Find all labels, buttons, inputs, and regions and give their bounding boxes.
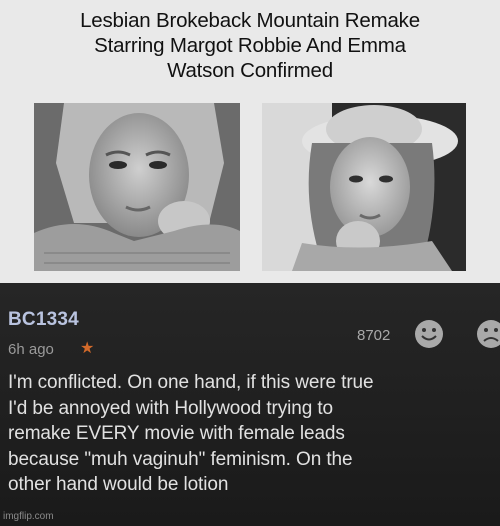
article-section: Lesbian Brokeback Mountain Remake Starri… [0, 0, 500, 283]
comment-timestamp: 6h ago [8, 341, 54, 358]
article-headline: Lesbian Brokeback Mountain Remake Starri… [80, 9, 420, 82]
imgflip-watermark: imgflip.com [3, 511, 54, 522]
comment-body: I'm conflicted. On one hand, if this wer… [8, 372, 374, 495]
vote-count: 8702 [357, 327, 391, 344]
frown-icon[interactable] [476, 319, 500, 354]
comment-card: BC1334 6h ago ★ 8702 I'm conflicted. On … [0, 283, 500, 526]
left-portrait-photo [34, 103, 240, 271]
comment-username[interactable]: BC1334 [8, 309, 79, 331]
star-icon: ★ [80, 340, 95, 357]
smile-icon[interactable] [414, 319, 444, 354]
right-portrait-photo [262, 103, 466, 271]
